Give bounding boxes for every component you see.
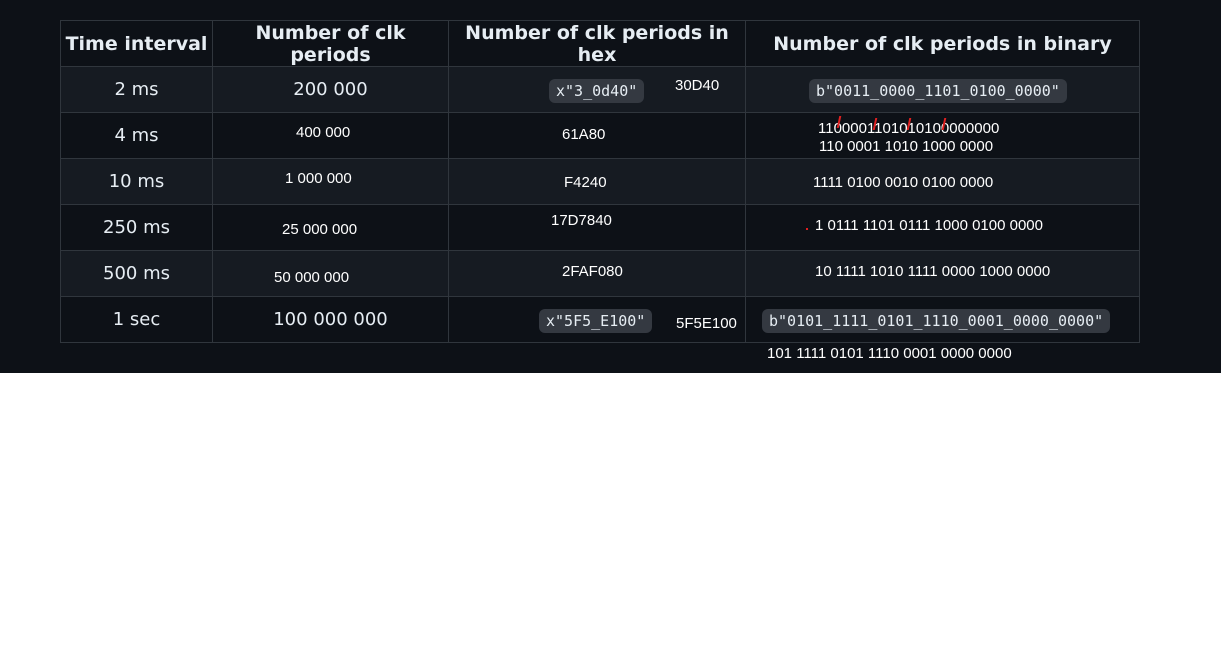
count-cell: 1 000 000 — [212, 158, 449, 205]
time-cell: 10 ms — [60, 158, 213, 205]
below-table-note: 101 1111 0101 1110 0001 0000 0000 — [767, 345, 1012, 362]
time-cell: 250 ms — [60, 204, 213, 251]
binary-note: 10 1111 1010 1111 0000 1000 0000 — [815, 263, 1051, 280]
time-cell: 2 ms — [60, 66, 213, 113]
hex-note: 17D7840 — [551, 212, 612, 229]
table-row: 500 ms 50 000 000 2FAF080 10 1111 1010 1… — [60, 250, 1140, 297]
binary-code: b"0011_0000_1101_0100_0000" — [809, 79, 1067, 103]
table-row: 4 ms 400 000 61A80 110000110101010000000… — [60, 112, 1140, 159]
hex-cell: F4240 — [448, 158, 746, 205]
header-row: Time interval Number of clk periods Numb… — [60, 20, 1140, 67]
header-time-interval: Time interval — [60, 20, 213, 67]
table-row: 1 sec 100 000 000 x"5F5_E100" 5F5E100 b"… — [60, 296, 1140, 343]
count-cell: 100 000 000 — [212, 296, 449, 343]
hex-cell: x"3_0d40" 30D40 — [448, 66, 746, 113]
binary-cell: 1111 0100 0010 0100 0000 — [745, 158, 1140, 205]
header-clk-periods-hex: Number of clk periods in hex — [448, 20, 746, 67]
hex-note: 61A80 — [562, 126, 606, 143]
binary-cell: b"0011_0000_1101_0100_0000" — [745, 66, 1140, 113]
hex-code: x"3_0d40" — [549, 79, 645, 103]
binary-note-grouped: 110 0001 1010 1000 0000 — [819, 138, 994, 155]
hex-note: 2FAF080 — [562, 263, 623, 280]
count-cell: 50 000 000 — [212, 250, 449, 297]
hex-cell: 61A80 — [448, 112, 746, 159]
binary-cell: 1100001101010100000000 110 0001 1010 100… — [745, 112, 1140, 159]
count-note: 25 000 000 — [282, 221, 358, 238]
clock-periods-table: Time interval Number of clk periods Numb… — [60, 20, 1140, 343]
binary-note: 1111 0100 0010 0100 0000 — [813, 174, 994, 191]
dark-panel: Time interval Number of clk periods Numb… — [0, 0, 1221, 373]
red-annotation-dot — [806, 228, 808, 230]
binary-cell: 10 1111 1010 1111 0000 1000 0000 — [745, 250, 1140, 297]
table-row: 2 ms 200 000 x"3_0d40" 30D40 b"0011_0000… — [60, 66, 1140, 113]
count-note: 1 000 000 — [285, 170, 352, 187]
count-note: 400 000 — [296, 124, 351, 141]
count-cell: 25 000 000 — [212, 204, 449, 251]
time-cell: 1 sec — [60, 296, 213, 343]
binary-code: b"0101_1111_0101_1110_0001_0000_0000" — [762, 309, 1111, 333]
hex-note: 5F5E100 — [676, 315, 737, 332]
binary-note: 1 0111 1101 0111 1000 0100 0000 — [815, 217, 1043, 234]
count-note: 50 000 000 — [274, 269, 350, 286]
binary-cell: 1 0111 1101 0111 1000 0100 0000 — [745, 204, 1140, 251]
time-cell: 500 ms — [60, 250, 213, 297]
header-clk-periods: Number of clk periods — [212, 20, 449, 67]
table-row: 250 ms 25 000 000 17D7840 1 0111 1101 01… — [60, 204, 1140, 251]
count-cell: 200 000 — [212, 66, 449, 113]
table-row: 10 ms 1 000 000 F4240 1111 0100 0010 010… — [60, 158, 1140, 205]
hex-cell: x"5F5_E100" 5F5E100 — [448, 296, 746, 343]
hex-note: F4240 — [564, 174, 607, 191]
count-cell: 400 000 — [212, 112, 449, 159]
header-clk-periods-binary: Number of clk periods in binary — [745, 20, 1140, 67]
binary-cell: b"0101_1111_0101_1110_0001_0000_0000" — [745, 296, 1140, 343]
hex-code: x"5F5_E100" — [539, 309, 653, 333]
hex-note: 30D40 — [675, 77, 720, 94]
hex-cell: 17D7840 — [448, 204, 746, 251]
time-cell: 4 ms — [60, 112, 213, 159]
hex-cell: 2FAF080 — [448, 250, 746, 297]
